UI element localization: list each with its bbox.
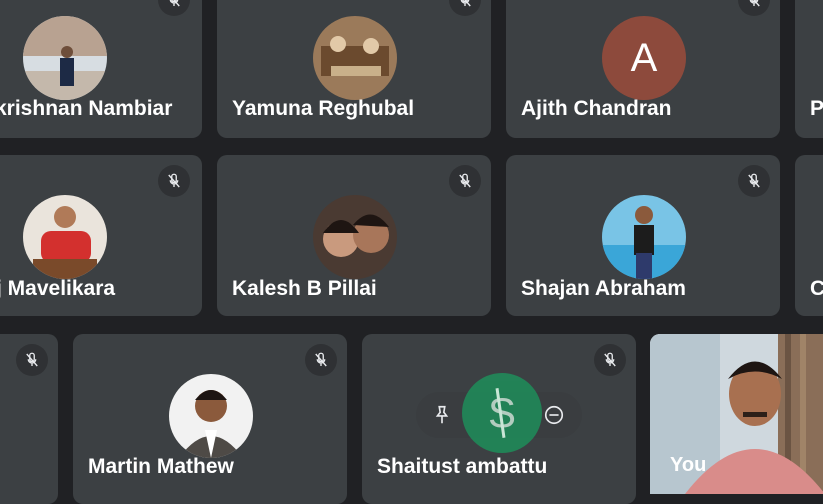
participant-tile[interactable]: krishnan Nambiar — [0, 0, 202, 138]
mic-off-icon — [158, 165, 190, 197]
participant-tile[interactable] — [0, 334, 58, 504]
participant-name: Shajan Abraham — [521, 277, 686, 300]
participant-name: Yamuna Reghubal — [232, 97, 415, 120]
avatar — [602, 195, 686, 279]
avatar: A — [602, 16, 686, 100]
participant-name: P — [810, 97, 823, 120]
pin-icon[interactable] — [426, 399, 458, 431]
participant-name: krishnan Nambiar — [0, 97, 173, 120]
participant-tile[interactable]: A Ajith Chandran — [506, 0, 780, 138]
participant-tile[interactable]: Shajan Abraham — [506, 155, 780, 316]
participant-name: j Mavelikara — [0, 277, 116, 300]
mic-off-icon — [305, 344, 337, 376]
participant-tile[interactable]: P — [795, 0, 823, 138]
mic-off-icon — [16, 344, 48, 376]
mic-off-icon — [158, 0, 190, 16]
participant-name: Martin Mathew — [88, 455, 234, 478]
self-view-tile[interactable]: You — [650, 334, 823, 494]
avatar — [23, 16, 107, 100]
avatar — [23, 195, 107, 279]
participant-tile[interactable]: j Mavelikara — [0, 155, 202, 316]
remove-icon[interactable] — [538, 399, 570, 431]
avatar — [313, 16, 397, 100]
participant-tile[interactable]: Yamuna Reghubal — [217, 0, 491, 138]
participant-name: Ajith Chandran — [521, 97, 672, 120]
mic-off-icon — [449, 0, 481, 16]
participant-name: You — [670, 454, 707, 476]
mic-off-icon — [594, 344, 626, 376]
mic-off-icon — [449, 165, 481, 197]
participant-tile[interactable]: Kalesh B Pillai — [217, 155, 491, 316]
avatar — [169, 374, 253, 458]
avatar — [313, 195, 397, 279]
mic-off-icon — [738, 0, 770, 16]
participant-tile[interactable]: Martin Mathew — [73, 334, 347, 504]
participant-name: C — [810, 277, 823, 300]
participant-name: Kalesh B Pillai — [232, 277, 377, 300]
participant-tile[interactable]: C — [795, 155, 823, 316]
participant-name: Shaitust ambattu — [377, 455, 548, 478]
mic-off-icon — [738, 165, 770, 197]
avatar-letter: A — [630, 35, 658, 80]
